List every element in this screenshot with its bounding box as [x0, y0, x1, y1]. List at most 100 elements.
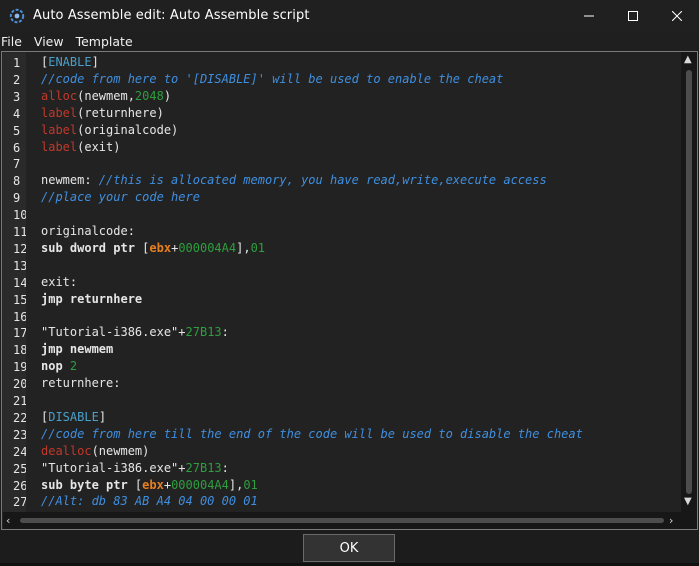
close-icon: [672, 10, 682, 21]
script-editor[interactable]: 1 2 3 4 5 6 7 8 9 10 11 12 13 14 15 16 17 18 19 20 21 22 23 24 2…: [1, 51, 698, 530]
code-token: ebx: [142, 477, 164, 492]
code-token: "Tutorial-i386.exe": [41, 460, 179, 475]
code-line: label(returnhere): [41, 105, 164, 122]
code-token: "Tutorial-i386.exe": [41, 325, 179, 340]
line-number: 9: [13, 191, 21, 206]
minimize-button[interactable]: [567, 0, 611, 31]
code-token: :: [221, 325, 229, 340]
menu-view[interactable]: View: [33, 34, 70, 49]
code-token: //code from here till the end of the cod…: [41, 426, 583, 441]
code-line: "Tutorial-i386.exe"+27B13:: [41, 460, 229, 477]
maximize-icon: [628, 10, 638, 21]
line-number: 23: [13, 427, 28, 442]
button-bar: OK: [0, 530, 699, 566]
code-token: nop: [41, 359, 70, 374]
code-token: label: [41, 139, 78, 154]
code-token: alloc: [41, 88, 78, 103]
code-token: label: [41, 105, 78, 120]
menu-bar: File View Template: [0, 31, 699, 51]
code-token: jmp: [41, 342, 70, 357]
code-token: 2048: [134, 88, 164, 103]
line-number: 3: [13, 89, 21, 104]
code-token: ]: [98, 409, 107, 424]
line-number: 25: [13, 461, 28, 476]
cheat-engine-icon: [9, 8, 25, 23]
line-number: 4: [13, 106, 21, 121]
menu-template[interactable]: Template: [75, 34, 139, 49]
code-token: (newmem,: [77, 88, 135, 103]
minimize-icon: [584, 15, 594, 16]
code-token: label: [41, 122, 78, 137]
line-number-gutter: 1 2 3 4 5 6 7 8 9 10 11 12 13 14 15 16 17 18 19 20 21 22 23 24 2…: [3, 53, 28, 513]
code-token: ): [163, 88, 172, 103]
line-number: 16: [13, 309, 28, 324]
code-token: ]: [91, 55, 99, 69]
code-line: dealloc(newmem): [41, 443, 149, 460]
horizontal-scroll-thumb[interactable]: [20, 518, 664, 523]
title-bar: Auto Assemble edit: Auto Assemble script: [0, 0, 699, 31]
code-line: jmp returnhere: [41, 291, 142, 308]
line-number: 2: [13, 72, 21, 87]
code-line: label(exit): [41, 139, 120, 156]
line-number: 17: [13, 326, 28, 341]
scroll-up-icon[interactable]: ▲: [684, 54, 692, 65]
code-token: newmem: [69, 342, 114, 357]
close-button[interactable]: [655, 0, 699, 31]
line-number: 12: [13, 241, 28, 256]
maximize-button[interactable]: [611, 0, 655, 31]
code-line: "Tutorial-i386.exe"+27B13:: [41, 324, 229, 341]
code-token: +: [178, 460, 186, 475]
ok-button[interactable]: OK: [303, 534, 395, 562]
code-token: originalcode:: [41, 224, 135, 238]
code-token: (returnhere): [77, 105, 164, 120]
code-line: //place your code here: [41, 189, 200, 206]
code-token: //this is allocated memory, you have rea…: [98, 173, 547, 188]
line-number: 13: [13, 258, 28, 273]
vertical-scrollbar[interactable]: ▲ ▼: [681, 52, 697, 512]
code-token: 000004A4: [171, 477, 229, 492]
code-token: 000004A4: [178, 240, 237, 255]
code-token: //code from here to '[DISABLE]' will be …: [41, 71, 504, 86]
code-line: returnhere:: [41, 375, 120, 392]
code-line: [DISABLE]: [41, 409, 106, 426]
code-token: DISABLE: [48, 409, 99, 424]
line-number: 22: [13, 410, 28, 425]
code-token: 27B13: [185, 325, 222, 340]
code-line: alloc(newmem,2048): [41, 88, 171, 105]
code-token: +: [163, 477, 172, 492]
code-line: [ENABLE]: [41, 54, 99, 71]
code-line: jmp newmem: [41, 341, 113, 358]
line-number: 5: [13, 123, 21, 138]
scroll-right-icon[interactable]: ›: [669, 514, 673, 527]
code-token: (exit): [77, 139, 121, 154]
code-token: jmp: [41, 291, 70, 306]
code-token: 2: [69, 359, 78, 374]
code-line: //code from here till the end of the cod…: [41, 426, 583, 443]
code-token: :: [221, 460, 229, 475]
code-token: ebx: [149, 240, 172, 255]
code-token: sub byte ptr: [41, 477, 135, 492]
line-number: 6: [13, 140, 21, 155]
code-token: 01: [243, 477, 258, 492]
code-token: exit:: [41, 274, 78, 289]
horizontal-scrollbar[interactable]: ‹ ›: [3, 512, 682, 529]
menu-file[interactable]: File: [0, 34, 28, 49]
code-token: returnhere:: [41, 376, 121, 391]
code-token: +: [178, 325, 186, 340]
code-token: (originalcode): [77, 122, 179, 137]
code-token: dealloc: [41, 443, 92, 458]
code-token: ],: [236, 240, 251, 255]
line-number: 8: [13, 174, 21, 189]
scroll-left-icon[interactable]: ‹: [6, 514, 10, 527]
line-number: 1: [13, 56, 21, 70]
code-token: sub dword ptr: [41, 240, 143, 255]
code-line: //code from here to '[DISABLE]' will be …: [41, 71, 503, 88]
line-number: 24: [13, 444, 28, 459]
code-token: ],: [228, 477, 244, 492]
scroll-down-icon[interactable]: ▼: [684, 496, 692, 507]
code-area[interactable]: [ENABLE]//code from here to '[DISABLE]' …: [26, 52, 683, 512]
line-number: 21: [13, 394, 28, 408]
window-title: Auto Assemble edit: Auto Assemble script: [33, 8, 310, 23]
line-number: 26: [13, 478, 28, 493]
vertical-scroll-thumb[interactable]: [686, 70, 692, 494]
